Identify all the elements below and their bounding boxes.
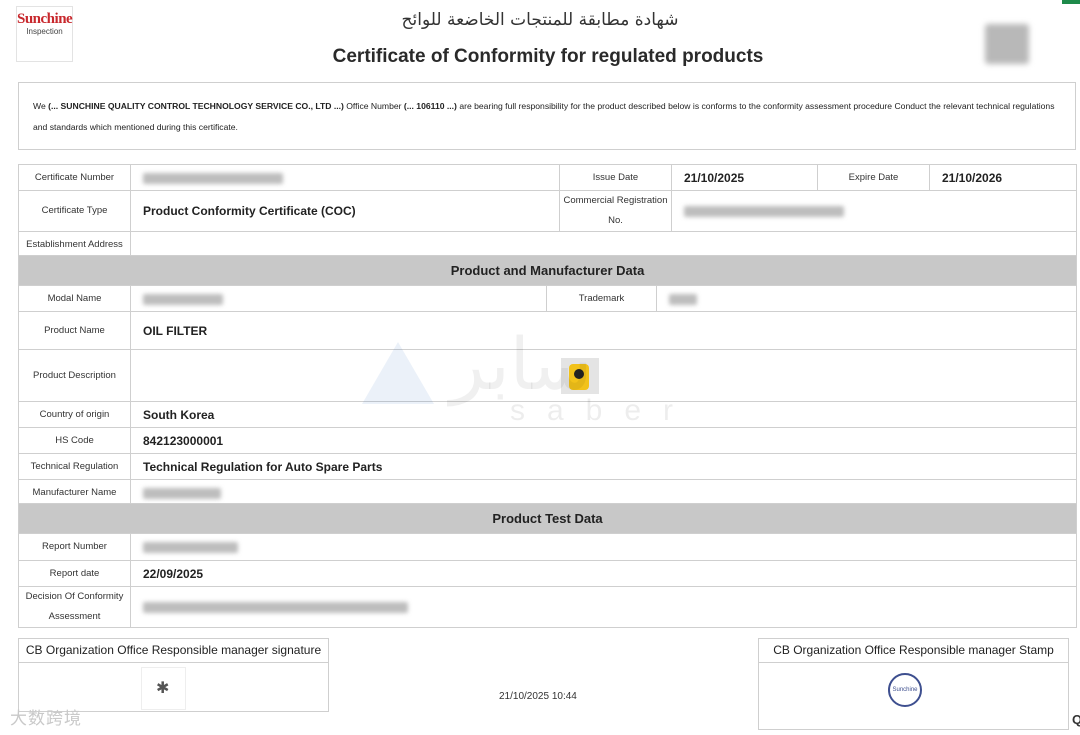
intro-office-number: (... 106110 ...)	[403, 101, 457, 111]
model-name-label: Modal Name	[18, 285, 131, 312]
commercial-registration-label: Commercial Registration No.	[559, 190, 672, 232]
corner-accent	[1062, 0, 1080, 4]
decision-label: Decision Of Conformity Assessment	[18, 586, 131, 628]
signature-timestamp: 21/10/2025 10:44	[499, 691, 577, 702]
table-row: Product Description	[18, 349, 1078, 402]
title-english: Certificate of Conformity for regulated …	[332, 46, 764, 67]
certificate-number-label: Certificate Number	[18, 164, 131, 191]
stamp-title: CB Organization Office Responsible manag…	[759, 639, 1068, 663]
test-data-table: Product Test Data Report Number Report d…	[18, 503, 1077, 628]
certificate-info-table: Certificate Number Issue Date 21/10/2025…	[18, 164, 1077, 258]
table-row: Modal Name Trademark	[18, 285, 1078, 312]
signature-mark-icon: ✱	[156, 680, 170, 697]
manufacturer-name-value	[129, 479, 1078, 506]
table-row: Report date 22/09/2025	[18, 560, 1077, 587]
intro-company: (... SUNCHINE QUALITY CONTROL TECHNOLOGY…	[48, 101, 344, 111]
certificate-type-value: Product Conformity Certificate (COC)	[130, 190, 560, 232]
table-row: Country of origin South Korea	[18, 401, 1078, 428]
product-description-label: Product Description	[18, 349, 131, 402]
hs-code-label: HS Code	[18, 427, 131, 454]
technical-regulation-value: Technical Regulation for Auto Spare Part…	[129, 453, 1078, 480]
intro-office-label: Office Number	[346, 101, 402, 111]
issue-date-label: Issue Date	[559, 164, 672, 191]
product-name-label: Product Name	[18, 311, 131, 350]
product-data-table: Product and Manufacturer Data Modal Name…	[17, 255, 1078, 506]
model-name-value	[130, 285, 547, 312]
intro-we: We	[33, 101, 46, 111]
expire-date-label: Expire Date	[817, 164, 930, 191]
hs-code-value: 842123000001	[129, 427, 1078, 454]
table-row: Product Name OIL FILTER	[18, 311, 1078, 350]
table-row: Establishment Address	[18, 231, 1077, 258]
country-of-origin-value: South Korea	[129, 401, 1078, 428]
certificate-number-value	[130, 164, 560, 191]
qr-code-redacted	[985, 24, 1029, 64]
report-date-value: 22/09/2025	[130, 560, 1077, 587]
report-number-label: Report Number	[18, 533, 131, 561]
table-row: Certificate Type Product Conformity Cert…	[18, 190, 1077, 232]
company-stamp: Sunchine	[888, 673, 922, 707]
report-number-value	[130, 533, 1077, 561]
table-row: Manufacturer Name	[18, 479, 1078, 506]
signature-image: ✱	[141, 667, 186, 710]
section-header-row: Product Test Data	[18, 503, 1077, 534]
table-row: Report Number	[18, 533, 1077, 561]
product-description-value	[129, 349, 1078, 402]
expire-date-value: 21/10/2026	[929, 164, 1077, 191]
certificate-type-label: Certificate Type	[18, 190, 131, 232]
commercial-registration-value	[671, 190, 1077, 232]
test-section-title: Product Test Data	[18, 503, 1077, 534]
product-name-value: OIL FILTER	[129, 311, 1078, 350]
technical-regulation-label: Technical Regulation	[18, 453, 131, 480]
establishment-address-label: Establishment Address	[18, 231, 131, 258]
trademark-label: Trademark	[546, 285, 657, 312]
report-date-label: Report date	[18, 560, 131, 587]
decision-value	[130, 586, 1077, 628]
table-row: Technical Regulation Technical Regulatio…	[18, 453, 1078, 480]
manufacturer-name-label: Manufacturer Name	[18, 479, 131, 506]
table-row: HS Code 842123000001	[18, 427, 1078, 454]
edge-character: Q	[1072, 712, 1080, 727]
issue-date-value: 21/10/2025	[671, 164, 818, 191]
signature-title: CB Organization Office Responsible manag…	[19, 639, 328, 663]
product-photo	[561, 357, 599, 394]
product-section-title: Product and Manufacturer Data	[17, 255, 1078, 286]
section-header-row: Product and Manufacturer Data	[17, 255, 1078, 286]
establishment-address-value	[130, 231, 1077, 258]
table-row: Decision Of Conformity Assessment	[18, 586, 1077, 628]
trademark-value	[655, 285, 1078, 312]
stamp-box: CB Organization Office Responsible manag…	[758, 638, 1069, 730]
table-row: Certificate Number Issue Date 21/10/2025…	[18, 164, 1077, 191]
responsibility-statement: We (... SUNCHINE QUALITY CONTROL TECHNOL…	[18, 82, 1076, 150]
country-of-origin-label: Country of origin	[18, 401, 131, 428]
title-arabic: شهادة مطابقة للمنتجات الخاضعة للوائح	[401, 10, 679, 30]
bottom-watermark: 大数跨境	[10, 709, 82, 729]
